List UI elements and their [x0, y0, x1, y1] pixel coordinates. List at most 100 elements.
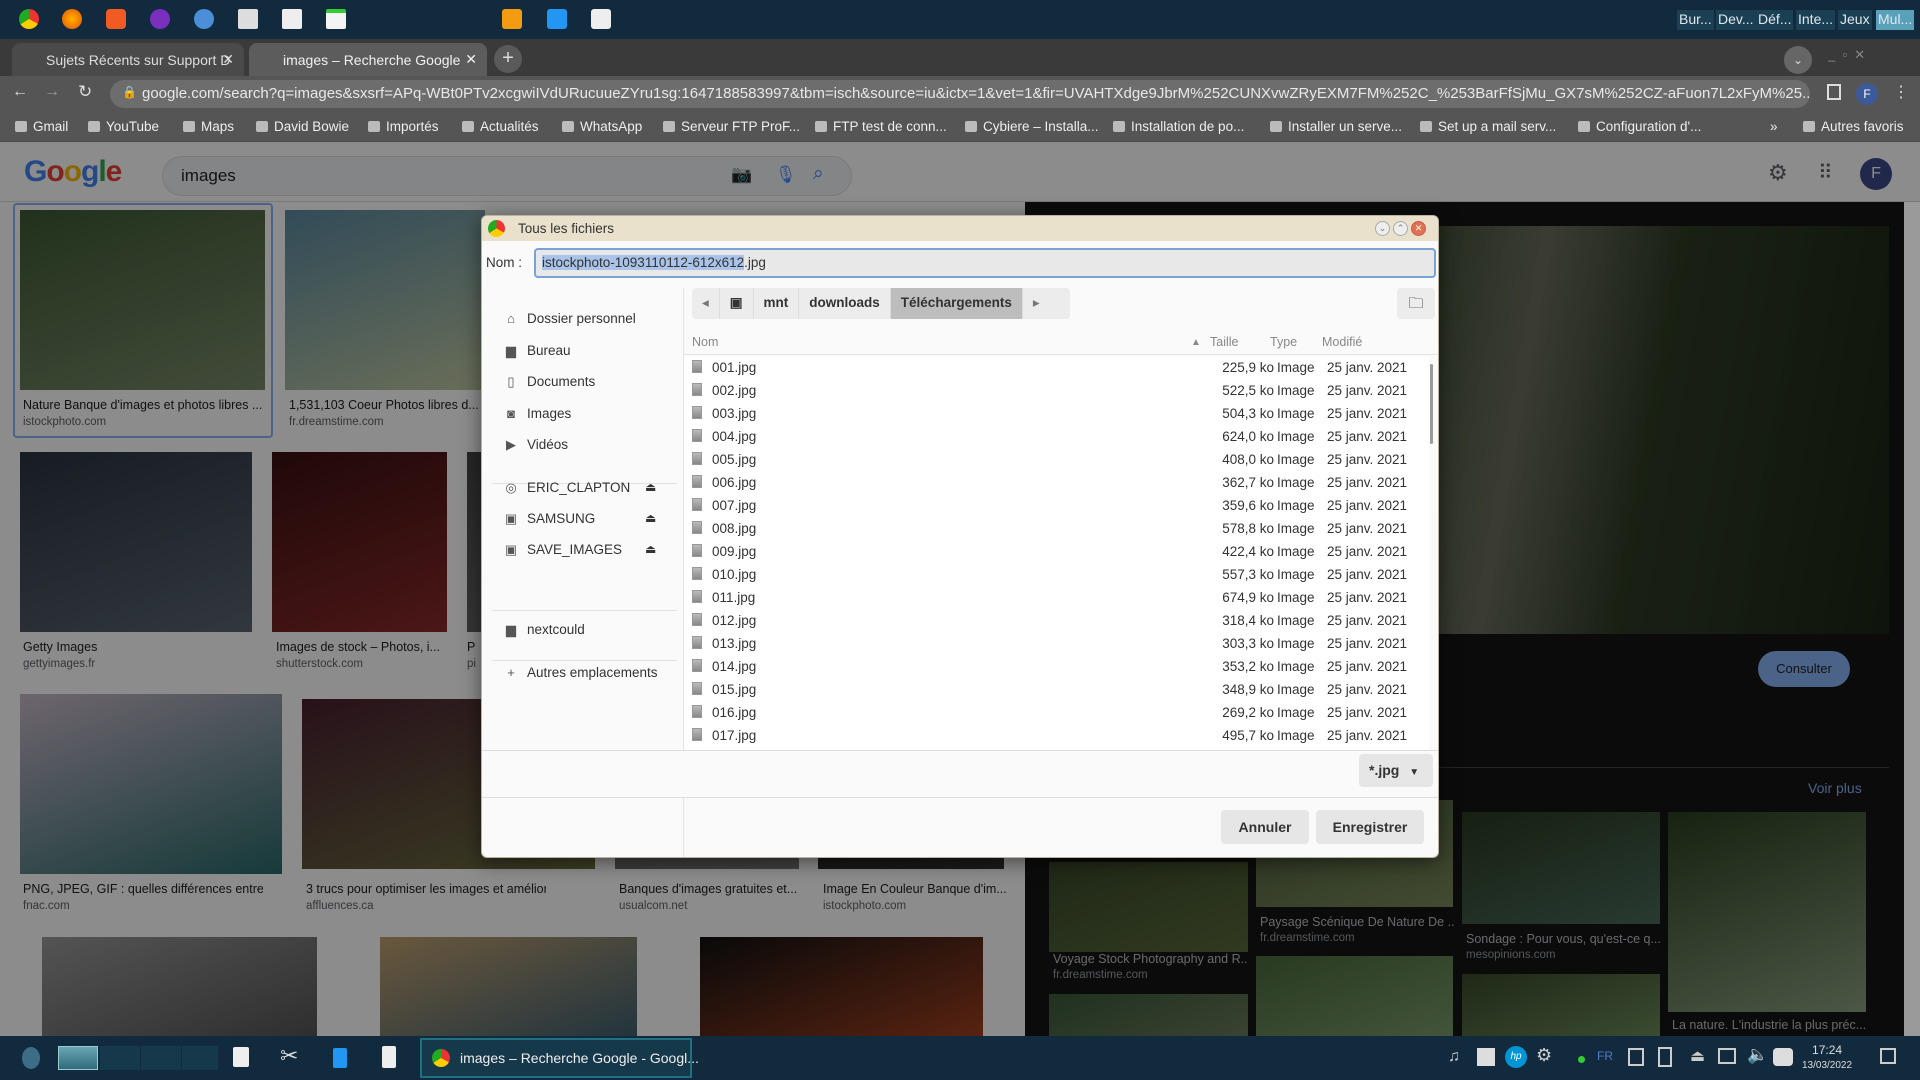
file-row[interactable]: 003.jpg 504,3 ko Image 25 janv. 2021	[684, 402, 1429, 425]
path-segment-telechargements[interactable]: Téléchargements	[890, 288, 1023, 319]
eject-icon[interactable]: ⏏	[645, 511, 656, 525]
bookmark-item[interactable]: Maps	[183, 119, 234, 134]
path-segment-mnt[interactable]: mnt	[754, 288, 800, 319]
close-tab-icon[interactable]: ✕	[465, 51, 477, 68]
maximize-button[interactable]: ⌃	[1393, 221, 1408, 236]
path-scroll-right[interactable]: ▸	[1023, 288, 1050, 319]
filename-input[interactable]: istockphoto-1093110112-612x612.jpg	[534, 248, 1436, 278]
sidebar-item[interactable]: ⌂ Dossier personnel	[504, 311, 636, 326]
tab-search-button[interactable]: ⌄	[1784, 46, 1812, 74]
thunderbird-launcher-icon[interactable]	[194, 9, 214, 29]
tor-launcher-icon[interactable]	[150, 9, 170, 29]
sidebar-item[interactable]: ▣ SAVE_IMAGES	[504, 542, 622, 558]
file-row[interactable]: 013.jpg 303,3 ko Image 25 janv. 2021	[684, 632, 1429, 655]
workspace-2[interactable]	[100, 1046, 140, 1070]
bookmark-item[interactable]: Installer un serve...	[1270, 119, 1402, 134]
file-row[interactable]: 011.jpg 674,9 ko Image 25 janv. 2021	[684, 586, 1429, 609]
address-bar[interactable]: 🔒 google.com/search?q=images&sxsrf=APq-WB…	[110, 80, 1810, 108]
save-button[interactable]: Enregistrer	[1316, 810, 1424, 844]
volume-icon[interactable]: 🔈	[1747, 1045, 1768, 1065]
file-row[interactable]: 014.jpg 353,2 ko Image 25 janv. 2021	[684, 655, 1429, 678]
page-scrollbar[interactable]	[1904, 202, 1920, 1036]
new-folder-button[interactable]: 🗀	[1397, 288, 1435, 319]
drive-root-icon[interactable]: ▣	[720, 288, 754, 319]
notifications-icon[interactable]: ♫	[1448, 1048, 1460, 1066]
menu-icon[interactable]: ⋮	[1893, 82, 1909, 102]
file-row[interactable]: 010.jpg 557,3 ko Image 25 janv. 2021	[684, 563, 1429, 586]
workspace-switch-3[interactable]: Inte...	[1796, 10, 1836, 30]
tab-support[interactable]: Sujets Récents sur Support D ✕	[12, 43, 244, 76]
text-editor-launcher-icon[interactable]	[591, 9, 611, 29]
file-search-icon[interactable]	[233, 1047, 249, 1067]
bookmark-item[interactable]: David Bowie	[256, 119, 349, 134]
sidebar-item[interactable]: ◙ Images	[504, 406, 571, 421]
updates-icon[interactable]	[1477, 1048, 1495, 1066]
presentation-launcher-icon[interactable]	[502, 9, 522, 29]
bookmark-item[interactable]: Installation de po...	[1113, 119, 1244, 134]
column-name[interactable]: Nom	[692, 335, 718, 349]
bookmark-item[interactable]: Cybiere – Installa...	[965, 119, 1099, 134]
bookmark-item[interactable]: Serveur FTP ProF...	[663, 119, 800, 134]
bookmark-item[interactable]: Gmail	[15, 119, 68, 134]
bookmark-item[interactable]: Importés	[368, 119, 439, 134]
cancel-button[interactable]: Annuler	[1221, 810, 1309, 844]
taskbar-window-chrome[interactable]: images – Recherche Google - Googl...	[420, 1038, 699, 1078]
close-tab-icon[interactable]: ✕	[222, 51, 234, 68]
side-panel-icon[interactable]	[1827, 84, 1841, 100]
close-button[interactable]: ✕	[1411, 221, 1426, 236]
file-row[interactable]: 004.jpg 624,0 ko Image 25 janv. 2021	[684, 425, 1429, 448]
file-row[interactable]: 009.jpg 422,4 ko Image 25 janv. 2021	[684, 540, 1429, 563]
firefox-launcher-icon[interactable]	[62, 9, 82, 29]
hp-printer-icon[interactable]: hp	[1505, 1046, 1527, 1068]
new-tab-button[interactable]: +	[494, 45, 522, 73]
file-row[interactable]: 007.jpg 359,6 ko Image 25 janv. 2021	[684, 494, 1429, 517]
file-row[interactable]: 017.jpg 495,7 ko Image 25 janv. 2021	[684, 724, 1429, 747]
sidebar-item[interactable]: ▯ Documents	[504, 374, 595, 390]
workspace-switch-5[interactable]: Mul...	[1876, 10, 1915, 30]
calculator-launcher-icon[interactable]	[282, 9, 302, 29]
file-row[interactable]: 001.jpg 225,9 ko Image 25 janv. 2021	[684, 356, 1429, 379]
forward-icon[interactable]: →	[44, 83, 60, 101]
minimize-button[interactable]: ⌄	[1375, 221, 1390, 236]
path-scroll-left[interactable]: ◂	[692, 288, 720, 319]
bookmark-item[interactable]: »	[1770, 119, 1778, 134]
chrome-launcher-icon[interactable]	[19, 9, 39, 29]
file-row[interactable]: 015.jpg 348,9 ko Image 25 janv. 2021	[684, 678, 1429, 701]
bookmark-item[interactable]: Set up a mail serv...	[1420, 119, 1556, 134]
sidebar-item[interactable]: ◎ ERIC_CLAPTON	[504, 480, 630, 496]
profile-avatar[interactable]: F	[1856, 83, 1878, 105]
back-icon[interactable]: ←	[12, 83, 28, 101]
workspace-3[interactable]	[141, 1046, 181, 1070]
workspace-1[interactable]	[58, 1046, 98, 1070]
sidebar-item[interactable]: ▆ nextcould	[504, 622, 585, 638]
workspace-switch-0[interactable]: Bur...	[1677, 10, 1714, 30]
column-modified[interactable]: Modifié	[1322, 335, 1362, 349]
bookmark-item[interactable]: Configuration d'...	[1578, 119, 1701, 134]
sidebar-item[interactable]: ▣ SAMSUNG	[504, 511, 595, 527]
clipboard-icon[interactable]	[1658, 1047, 1672, 1067]
file-row[interactable]: 005.jpg 408,0 ko Image 25 janv. 2021	[684, 448, 1429, 471]
calendar-launcher-icon[interactable]	[326, 9, 346, 29]
start-menu-icon[interactable]	[22, 1047, 40, 1069]
workspace-switch-1[interactable]: Dev...	[1716, 10, 1756, 30]
workspace-4[interactable]	[182, 1046, 218, 1070]
battery-icon[interactable]	[1773, 1048, 1793, 1066]
sidebar-item[interactable]: ▆ Bureau	[504, 343, 571, 359]
tools-icon[interactable]: ✂	[280, 1043, 298, 1069]
keyboard-layout[interactable]: FR	[1597, 1049, 1613, 1063]
path-segment-downloads[interactable]: downloads	[799, 288, 891, 319]
file-row[interactable]: 006.jpg 362,7 ko Image 25 janv. 2021	[684, 471, 1429, 494]
column-size[interactable]: Taille	[1210, 335, 1239, 349]
settings-icon[interactable]: ⚙	[1536, 1045, 1552, 1066]
workspace-switch-4[interactable]: Jeux	[1838, 10, 1872, 30]
files-icon[interactable]	[333, 1048, 347, 1068]
file-type-filter-dropdown[interactable]: *.jpg ▼	[1359, 754, 1433, 787]
bookmark-item[interactable]: YouTube	[88, 119, 159, 134]
sidebar-item[interactable]: + Autres emplacements	[504, 665, 657, 680]
sidebar-item[interactable]: ▶ Vidéos	[504, 437, 568, 453]
file-row[interactable]: 016.jpg 269,2 ko Image 25 janv. 2021	[684, 701, 1429, 724]
file-list-scrollbar[interactable]	[1430, 364, 1433, 444]
window-controls[interactable]: _ ▫ ✕	[1828, 47, 1865, 63]
file-row[interactable]: 008.jpg 578,8 ko Image 25 janv. 2021	[684, 517, 1429, 540]
file-row[interactable]: 012.jpg 318,4 ko Image 25 janv. 2021	[684, 609, 1429, 632]
